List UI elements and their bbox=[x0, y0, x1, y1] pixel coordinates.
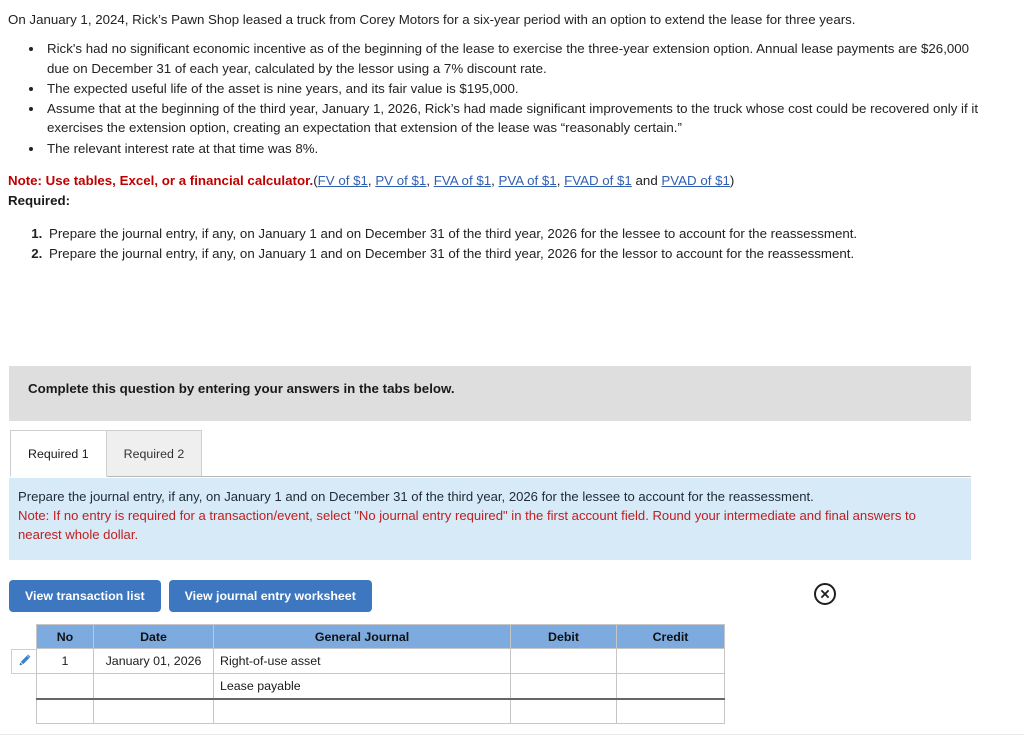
link-pva-of-1[interactable]: PVA of $1 bbox=[499, 173, 557, 188]
problem-intro: On January 1, 2024, Rick’s Pawn Shop lea… bbox=[0, 0, 1024, 29]
cell-date[interactable] bbox=[93, 697, 214, 724]
column-header-debit: Debit bbox=[510, 624, 617, 649]
list-item: Prepare the journal entry, if any, on Ja… bbox=[46, 244, 944, 263]
cell-account[interactable]: Lease payable bbox=[213, 673, 511, 699]
complete-question-banner: Complete this question by entering your … bbox=[9, 366, 971, 421]
column-header-general-journal: General Journal bbox=[213, 624, 511, 649]
cell-debit[interactable] bbox=[510, 697, 617, 724]
list-item: Prepare the journal entry, if any, on Ja… bbox=[46, 224, 944, 243]
note-label: Note: Use tables, Excel, or a financial … bbox=[8, 172, 314, 188]
banner-text: Complete this question by entering your … bbox=[28, 381, 455, 396]
cell-credit[interactable] bbox=[616, 648, 725, 674]
fact-bullet-list: Rick's had no significant economic incen… bbox=[0, 39, 1024, 158]
required-label: Required: bbox=[8, 192, 71, 208]
note-block: Note: Use tables, Excel, or a financial … bbox=[0, 171, 1024, 211]
link-fv-of-1[interactable]: FV of $1 bbox=[318, 173, 368, 188]
note-sep-4: , bbox=[556, 172, 565, 188]
cell-account[interactable]: Right-of-use asset bbox=[213, 648, 511, 674]
requirement-tabs: Required 1 Required 2 bbox=[10, 430, 203, 477]
note-sep-3: , bbox=[491, 172, 499, 188]
cell-no bbox=[36, 673, 94, 699]
list-item: Assume that at the beginning of the thir… bbox=[44, 99, 988, 138]
journal-entry-table: No Date General Journal Debit Credit 1 J… bbox=[36, 624, 725, 724]
column-header-credit: Credit bbox=[616, 624, 725, 649]
table-header-row: No Date General Journal Debit Credit bbox=[36, 624, 725, 649]
edit-row-button[interactable] bbox=[11, 649, 37, 674]
cell-date[interactable] bbox=[93, 673, 214, 699]
link-pvad-of-1[interactable]: PVAD of $1 bbox=[661, 173, 730, 188]
intro-paragraph: On January 1, 2024, Rick’s Pawn Shop lea… bbox=[8, 12, 856, 27]
tab-required-2[interactable]: Required 2 bbox=[106, 430, 203, 477]
tab-required-1[interactable]: Required 1 bbox=[10, 430, 107, 477]
tab-underline-divider bbox=[10, 476, 971, 477]
cell-debit[interactable] bbox=[510, 673, 617, 699]
cell-no bbox=[36, 697, 94, 724]
instruction-line-2-note: Note: If no entry is required for a tran… bbox=[18, 507, 916, 542]
note-sep-2: , bbox=[426, 172, 434, 188]
table-row[interactable]: 1 January 01, 2026 Right-of-use asset bbox=[36, 648, 725, 674]
link-fvad-of-1[interactable]: FVAD of $1 bbox=[564, 173, 632, 188]
list-item: The expected useful life of the asset is… bbox=[44, 79, 988, 98]
instruction-panel: Prepare the journal entry, if any, on Ja… bbox=[9, 478, 971, 560]
cell-no: 1 bbox=[36, 648, 94, 674]
cell-date[interactable]: January 01, 2026 bbox=[93, 648, 214, 674]
note-and-word: and bbox=[631, 172, 662, 188]
view-journal-entry-worksheet-button[interactable]: View journal entry worksheet bbox=[168, 580, 372, 612]
cell-credit[interactable] bbox=[616, 697, 725, 724]
list-item: The relevant interest rate at that time … bbox=[44, 139, 988, 158]
link-fva-of-1[interactable]: FVA of $1 bbox=[434, 173, 491, 188]
list-item: Rick's had no significant economic incen… bbox=[44, 39, 988, 78]
cell-debit[interactable] bbox=[510, 648, 617, 674]
tab-label: Required 1 bbox=[28, 446, 89, 461]
pencil-icon bbox=[18, 653, 32, 670]
bottom-divider bbox=[0, 734, 1024, 735]
worksheet-toolbar: View transaction list View journal entry… bbox=[9, 580, 372, 612]
instruction-line-1: Prepare the journal entry, if any, on Ja… bbox=[18, 489, 814, 504]
close-circle-icon[interactable] bbox=[813, 582, 837, 606]
cell-account[interactable] bbox=[213, 697, 511, 724]
note-line: Note: Use tables, Excel, or a financial … bbox=[8, 171, 1024, 191]
cell-credit[interactable] bbox=[616, 673, 725, 699]
tab-label: Required 2 bbox=[123, 446, 185, 461]
table-row[interactable]: Lease payable bbox=[36, 673, 725, 699]
column-header-date: Date bbox=[93, 624, 214, 649]
table-row[interactable] bbox=[36, 697, 725, 724]
note-close-paren: ) bbox=[729, 172, 735, 188]
column-header-no: No bbox=[36, 624, 94, 649]
view-transaction-list-button[interactable]: View transaction list bbox=[9, 580, 161, 612]
requirements-list: Prepare the journal entry, if any, on Ja… bbox=[0, 224, 1024, 264]
link-pv-of-1[interactable]: PV of $1 bbox=[375, 173, 426, 188]
